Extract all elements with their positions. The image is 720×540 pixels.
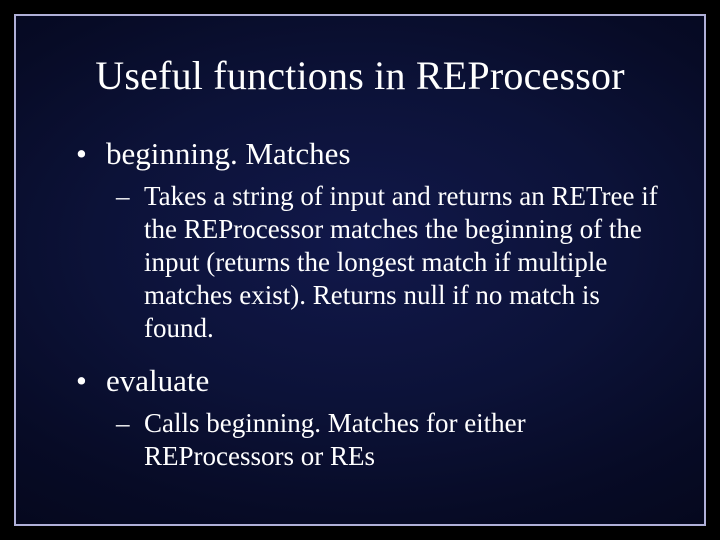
sub-bullet-item: Calls beginning. Matches for either REPr… bbox=[106, 407, 668, 473]
bullet-label: beginning. Matches bbox=[106, 136, 351, 171]
sub-bullet-list: Calls beginning. Matches for either REPr… bbox=[106, 407, 668, 473]
bullet-list: beginning. Matches Takes a string of inp… bbox=[52, 135, 668, 473]
sub-bullet-text: Calls beginning. Matches for either REPr… bbox=[144, 408, 526, 471]
sub-bullet-list: Takes a string of input and returns an R… bbox=[106, 180, 668, 345]
slide-frame: Useful functions in REProcessor beginnin… bbox=[14, 14, 706, 526]
sub-bullet-text: Takes a string of input and returns an R… bbox=[144, 181, 658, 343]
bullet-item: evaluate Calls beginning. Matches for ei… bbox=[52, 362, 668, 473]
bullet-item: beginning. Matches Takes a string of inp… bbox=[52, 135, 668, 344]
bullet-label: evaluate bbox=[106, 363, 209, 398]
slide-outer: Useful functions in REProcessor beginnin… bbox=[0, 0, 720, 540]
sub-bullet-item: Takes a string of input and returns an R… bbox=[106, 180, 668, 345]
slide-title: Useful functions in REProcessor bbox=[52, 52, 668, 99]
